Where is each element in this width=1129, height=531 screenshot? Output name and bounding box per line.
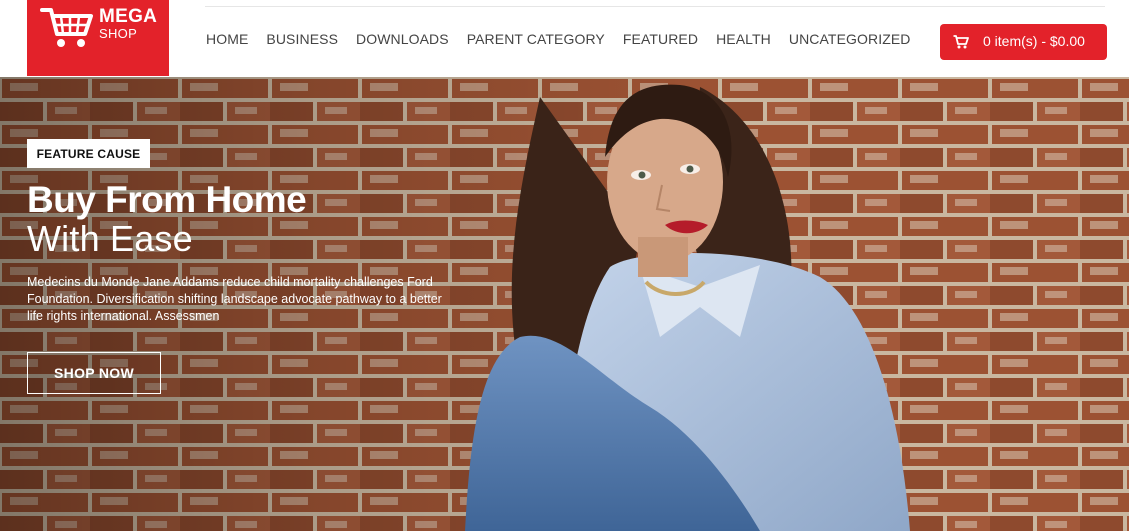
hero-banner: FEATURE CAUSE Buy From Home With Ease Me… (0, 77, 1129, 531)
site-header: MEGA SHOP HOME BUSINESS DOWNLOADS PARENT… (0, 0, 1129, 77)
nav-item-featured[interactable]: FEATURED (623, 31, 698, 47)
nav-item-downloads[interactable]: DOWNLOADS (356, 31, 449, 47)
shop-now-button[interactable]: SHOP NOW (27, 352, 161, 394)
nav-item-parent-category[interactable]: PARENT CATEGORY (467, 31, 605, 47)
nav-item-home[interactable]: HOME (206, 31, 248, 47)
feature-cause-badge: FEATURE CAUSE (27, 139, 150, 168)
main-nav: HOME BUSINESS DOWNLOADS PARENT CATEGORY … (206, 31, 929, 47)
shopping-cart-logo-icon (40, 8, 93, 47)
hero-subtitle: With Ease (27, 218, 193, 259)
cart-summary: 0 item(s) - $0.00 (983, 33, 1085, 49)
cart-button[interactable]: 0 item(s) - $0.00 (940, 24, 1107, 60)
hero-description: Medecins du Monde Jane Addams reduce chi… (27, 275, 442, 323)
header-divider (205, 6, 1105, 7)
nav-item-uncategorized[interactable]: UNCATEGORIZED (789, 31, 911, 47)
shopping-cart-icon (953, 35, 969, 49)
hero-title: Buy From Home (27, 179, 307, 220)
nav-item-health[interactable]: HEALTH (716, 31, 771, 47)
nav-item-business[interactable]: BUSINESS (266, 31, 338, 47)
logo-shop-text: SHOP (99, 26, 138, 41)
logo[interactable]: MEGA SHOP (27, 0, 169, 76)
logo-mega-text: MEGA (99, 6, 158, 27)
